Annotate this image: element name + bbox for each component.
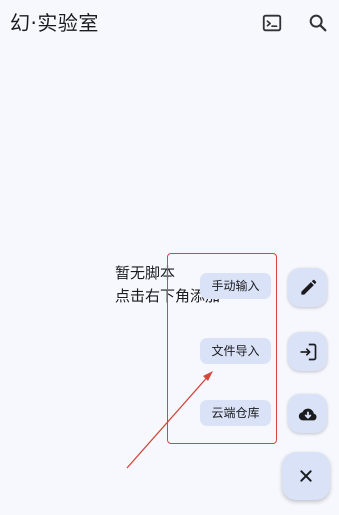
pencil-icon xyxy=(300,279,316,295)
app-title: 幻·实验室 xyxy=(10,11,99,35)
search-icon xyxy=(309,14,327,32)
search-button[interactable] xyxy=(305,10,331,36)
file-import-chip[interactable]: 文件导入 xyxy=(200,338,271,364)
fab-close-button[interactable] xyxy=(282,452,330,500)
app-bar: 幻·实验室 xyxy=(0,0,339,48)
terminal-icon xyxy=(262,14,282,32)
manual-input-chip[interactable]: 手动输入 xyxy=(200,273,271,299)
manual-input-button[interactable] xyxy=(288,268,327,307)
close-icon xyxy=(300,470,312,482)
annotation-arrow xyxy=(126,371,213,469)
terminal-button[interactable] xyxy=(259,10,285,36)
file-import-button[interactable] xyxy=(288,332,327,371)
cloud-repo-chip[interactable]: 云端仓库 xyxy=(200,400,271,426)
cloud-repo-button[interactable] xyxy=(288,394,327,433)
cloud-download-icon xyxy=(298,408,316,420)
login-import-icon xyxy=(300,343,316,360)
